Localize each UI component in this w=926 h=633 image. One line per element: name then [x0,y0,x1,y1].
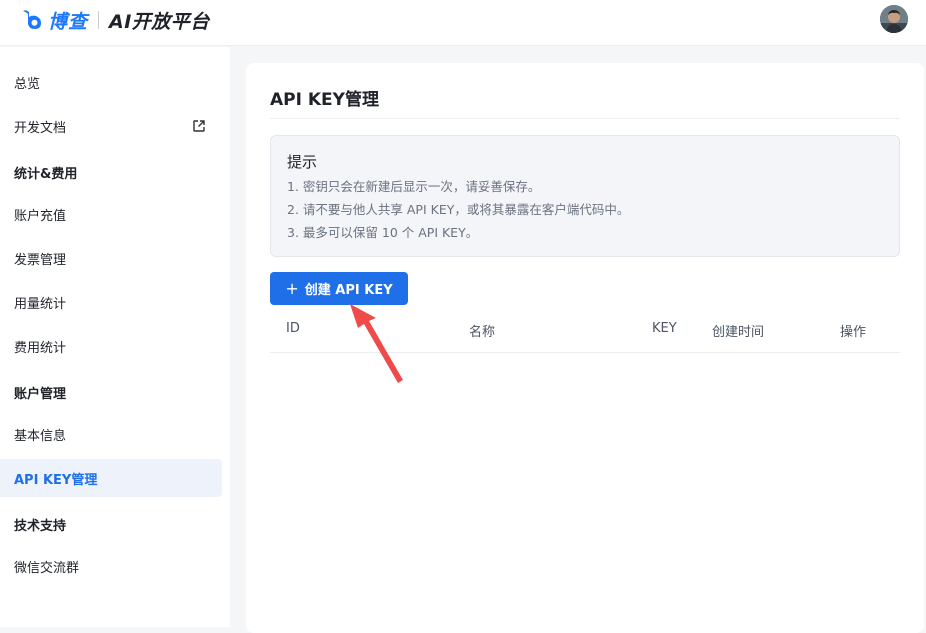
column-header-created-time: 创建时间 [712,325,765,340]
tip-title: 提示 [287,153,318,171]
sidebar-item-overview[interactable]: 总览 [0,63,222,101]
sidebar-item-label: 用量统计 [14,296,67,312]
table-header-divider [270,352,900,353]
sidebar-group-account: 账户管理 [0,373,222,411]
sidebar-item-cost-stats[interactable]: 费用统计 [0,327,222,365]
sidebar-group-label: 技术支持 [14,518,67,534]
tip-box: 提示 1. 密钥只会在新建后显示一次，请妥善保存。 2. 请不要与他人共享 AP… [270,135,900,257]
sidebar-item-basic-info[interactable]: 基本信息 [0,415,222,453]
column-header-key: KEY [652,321,677,336]
api-key-panel: API KEY管理 提示 1. 密钥只会在新建后显示一次，请妥善保存。 2. 请… [246,63,924,633]
product-name: AI开放平台 [109,10,210,33]
sidebar-item-label: 发票管理 [14,252,67,268]
brand-name: 博查 [48,10,89,33]
sidebar-item-label: 总览 [14,76,41,92]
bocha-logo-icon [23,10,41,29]
sidebar: 总览 开发文档 统计&费用 账户充值 发票管理 用量统计 费用统计 账户管理 基… [0,47,230,627]
page-title: API KEY管理 [270,90,379,110]
top-header: 博查 AI开放平台 [0,0,926,46]
sidebar-group-support: 技术支持 [0,505,222,543]
sidebar-item-wechat-group[interactable]: 微信交流群 [0,547,222,585]
sidebar-group-billing: 统计&费用 [0,153,222,191]
sidebar-item-label: 账户充值 [14,208,67,224]
avatar-image [880,5,908,33]
sidebar-item-label: 开发文档 [14,120,67,136]
logo-divider [98,11,100,29]
sidebar-item-label: 微信交流群 [14,560,80,576]
tip-line: 1. 密钥只会在新建后显示一次，请妥善保存。 [287,179,541,194]
external-link-icon [193,120,205,132]
create-api-key-label: 创建 API KEY [304,283,393,298]
sidebar-item-usage-stats[interactable]: 用量统计 [0,283,222,321]
sidebar-item-label: 费用统计 [14,340,67,356]
sidebar-item-recharge[interactable]: 账户充值 [0,195,222,233]
column-header-id: ID [286,321,300,336]
create-api-key-button[interactable]: + 创建 API KEY [270,272,408,305]
tip-line: 2. 请不要与他人共享 API KEY，或将其暴露在客户端代码中。 [287,202,630,217]
brand-logo[interactable]: 博查 AI开放平台 [20,6,210,34]
column-header-actions: 操作 [840,325,867,340]
sidebar-item-label: API KEY管理 [14,472,98,488]
title-divider [270,118,900,119]
sidebar-item-api-key[interactable]: API KEY管理 [0,459,222,497]
sidebar-item-invoices[interactable]: 发票管理 [0,239,222,277]
sidebar-group-label: 账户管理 [14,386,67,402]
column-header-name: 名称 [469,325,496,340]
sidebar-group-label: 统计&费用 [14,166,78,182]
sidebar-item-label: 基本信息 [14,428,67,444]
tip-line: 3. 最多可以保留 10 个 API KEY。 [287,225,479,240]
user-avatar[interactable] [880,5,908,33]
plus-icon: + [285,278,299,298]
sidebar-item-docs[interactable]: 开发文档 [0,107,222,145]
